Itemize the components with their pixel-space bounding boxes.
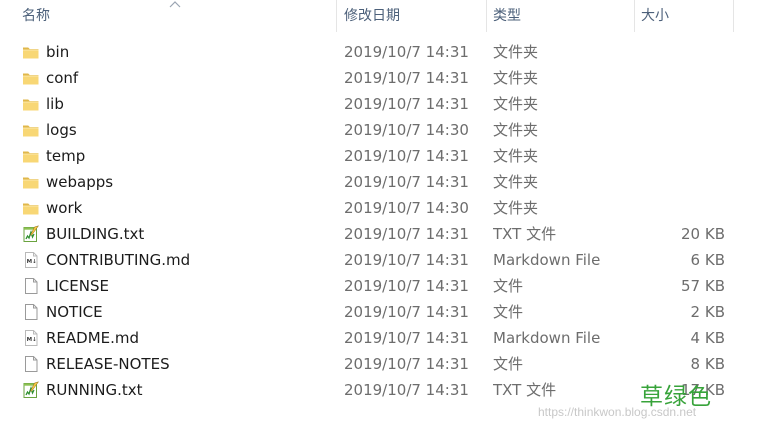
file-name: NOTICE	[46, 303, 103, 321]
file-modified-date: 2019/10/7 14:31	[344, 277, 469, 295]
file-modified-date: 2019/10/7 14:31	[344, 329, 469, 347]
folder-icon	[22, 43, 40, 61]
file-size: 6 KB	[690, 251, 725, 269]
svg-text:M↓: M↓	[27, 258, 37, 265]
file-row[interactable]: RELEASE-NOTES 2019/10/7 14:31 文件 8 KB	[0, 351, 740, 377]
file-type: TXT 文件	[493, 381, 557, 399]
blank-file-icon	[22, 355, 40, 373]
file-row[interactable]: NOTICE 2019/10/7 14:31 文件 2 KB	[0, 299, 740, 325]
file-row[interactable]: work 2019/10/7 14:30 文件夹	[0, 195, 740, 221]
file-type: Markdown File	[493, 329, 601, 347]
file-type: 文件	[493, 355, 524, 373]
file-size: 2 KB	[690, 303, 725, 321]
folder-icon	[22, 121, 40, 139]
file-modified-date: 2019/10/7 14:30	[344, 199, 469, 217]
file-name: RUNNING.txt	[46, 381, 143, 399]
column-header-name[interactable]: 名称	[0, 0, 336, 32]
file-modified-date: 2019/10/7 14:30	[344, 121, 469, 139]
column-header-size-label: 大小	[641, 8, 669, 24]
column-header-date[interactable]: 修改日期	[337, 0, 486, 32]
file-size: 8 KB	[690, 355, 725, 373]
file-list: bin 2019/10/7 14:31 文件夹 conf 2019/10/7 14:31…	[0, 39, 758, 403]
file-size	[636, 143, 725, 169]
column-header-date-label: 修改日期	[344, 8, 400, 24]
file-name: logs	[46, 121, 77, 139]
file-name: conf	[46, 69, 79, 87]
file-modified-date: 2019/10/7 14:31	[344, 95, 469, 113]
file-name: work	[46, 199, 83, 217]
blank-file-icon	[22, 303, 40, 321]
file-row[interactable]: temp 2019/10/7 14:31 文件夹	[0, 143, 740, 169]
file-modified-date: 2019/10/7 14:31	[344, 355, 469, 373]
notepad-icon	[22, 225, 40, 243]
file-name: webapps	[46, 173, 114, 191]
file-size: 20 KB	[681, 225, 725, 243]
file-type: TXT 文件	[493, 225, 557, 243]
folder-icon	[22, 69, 40, 87]
file-modified-date: 2019/10/7 14:31	[344, 147, 469, 165]
file-row[interactable]: lib 2019/10/7 14:31 文件夹	[0, 91, 740, 117]
file-row[interactable]: conf 2019/10/7 14:31 文件夹	[0, 65, 740, 91]
folder-icon	[22, 147, 40, 165]
file-modified-date: 2019/10/7 14:31	[344, 303, 469, 321]
file-row[interactable]: RUNNING.txt 2019/10/7 14:31 TXT 文件 17 KB	[0, 377, 740, 403]
file-explorer-list: 名称 修改日期 类型 大小 bin 2019/10/7 14:31 文件夹 conf 2…	[0, 0, 758, 432]
file-size	[636, 39, 725, 65]
file-name: temp	[46, 147, 86, 165]
file-row[interactable]: webapps 2019/10/7 14:31 文件夹	[0, 169, 740, 195]
column-header-type-label: 类型	[493, 8, 521, 24]
file-size	[636, 195, 725, 221]
file-type: 文件夹	[493, 43, 539, 61]
blank-file-icon	[22, 277, 40, 295]
file-type: 文件夹	[493, 69, 539, 87]
file-type: 文件夹	[493, 121, 539, 139]
file-type: 文件夹	[493, 95, 539, 113]
file-name: lib	[46, 95, 64, 113]
file-type: Markdown File	[493, 251, 601, 269]
file-name: CONTRIBUTING.md	[46, 251, 191, 269]
file-type: 文件夹	[493, 199, 539, 217]
column-header-type[interactable]: 类型	[487, 0, 634, 32]
file-row[interactable]: BUILDING.txt 2019/10/7 14:31 TXT 文件 20 KB	[0, 221, 740, 247]
file-size: 57 KB	[681, 277, 725, 295]
file-type: 文件夹	[493, 173, 539, 191]
watermark-text: 草绿色	[640, 384, 712, 410]
notepad-icon	[22, 381, 40, 399]
column-header-name-label: 名称	[22, 8, 50, 24]
column-divider[interactable]	[733, 0, 734, 32]
file-modified-date: 2019/10/7 14:31	[344, 43, 469, 61]
file-type: 文件	[493, 303, 524, 321]
column-header-bar: 名称 修改日期 类型 大小	[0, 0, 758, 32]
file-modified-date: 2019/10/7 14:31	[344, 225, 469, 243]
markdown-file-icon: M↓	[22, 329, 40, 347]
file-size: 4 KB	[690, 329, 725, 347]
file-row[interactable]: logs 2019/10/7 14:30 文件夹	[0, 117, 740, 143]
column-header-size[interactable]: 大小	[635, 0, 733, 32]
folder-icon	[22, 95, 40, 113]
file-row[interactable]: M↓ CONTRIBUTING.md 2019/10/7 14:31 Markdown…	[0, 247, 740, 273]
file-modified-date: 2019/10/7 14:31	[344, 173, 469, 191]
file-name: README.md	[46, 329, 140, 347]
folder-icon	[22, 173, 40, 191]
file-type: 文件	[493, 277, 524, 295]
file-size	[636, 65, 725, 91]
file-name: LICENSE	[46, 277, 109, 295]
file-modified-date: 2019/10/7 14:31	[344, 69, 469, 87]
file-modified-date: 2019/10/7 14:31	[344, 251, 469, 269]
file-type: 文件夹	[493, 147, 539, 165]
file-size	[636, 169, 725, 195]
file-name: bin	[46, 43, 70, 61]
file-name: BUILDING.txt	[46, 225, 145, 243]
markdown-file-icon: M↓	[22, 251, 40, 269]
svg-text:M↓: M↓	[27, 336, 37, 343]
file-size	[636, 91, 725, 117]
file-row[interactable]: M↓ README.md 2019/10/7 14:31 Markdown File 4…	[0, 325, 740, 351]
file-name: RELEASE-NOTES	[46, 355, 170, 373]
folder-icon	[22, 199, 40, 217]
file-row[interactable]: LICENSE 2019/10/7 14:31 文件 57 KB	[0, 273, 740, 299]
file-modified-date: 2019/10/7 14:31	[344, 381, 469, 399]
file-row[interactable]: bin 2019/10/7 14:31 文件夹	[0, 39, 740, 65]
file-size	[636, 117, 725, 143]
